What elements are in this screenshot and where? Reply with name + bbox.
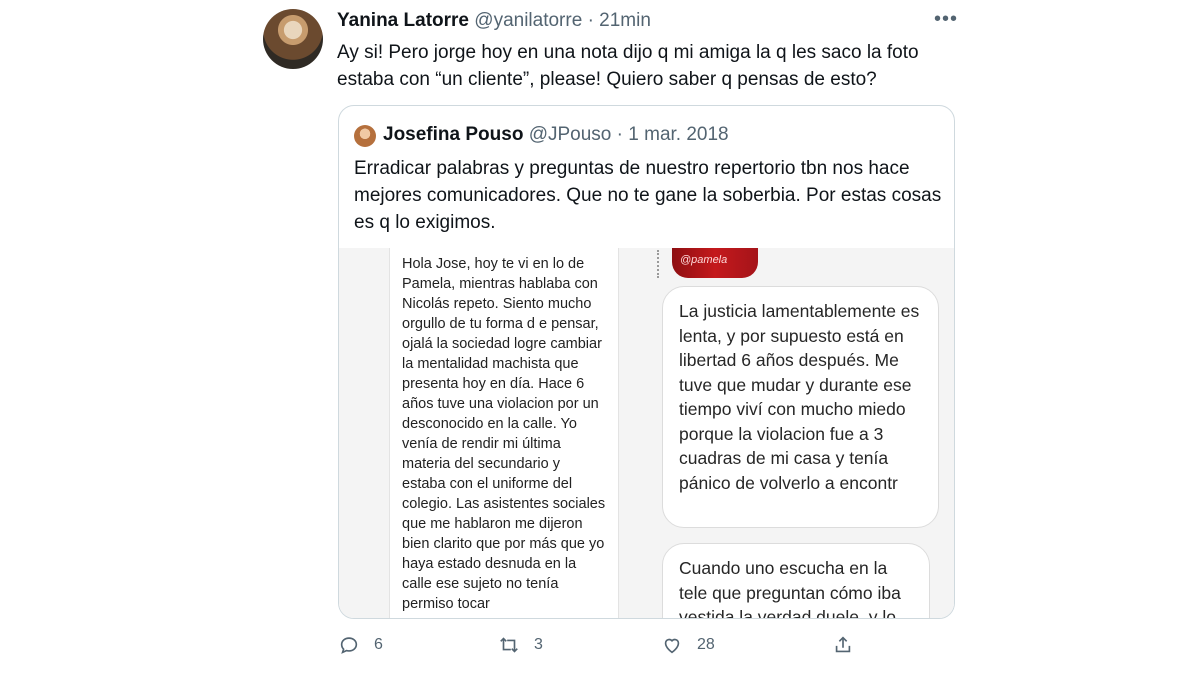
author-handle[interactable]: @yanilatorre (474, 10, 582, 31)
quoted-media[interactable]: Hola Jose, hoy te vi en lo de Pamela, mi… (339, 248, 954, 618)
reply-button[interactable]: 6 (338, 634, 383, 656)
quoted-author-name[interactable]: Josefina Pouso (383, 124, 523, 145)
message-bubble: La justicia lamentablemente es lenta, y … (662, 286, 939, 528)
more-icon[interactable]: ••• (934, 8, 958, 31)
reply-icon (340, 637, 358, 654)
message-text: Hola Jose, hoy te vi en lo de Pamela, mi… (402, 256, 606, 612)
sticker-text: @pamela (680, 254, 728, 266)
share-icon (835, 636, 851, 653)
quoted-tweet[interactable]: Josefina Pouso @JPouso · 1 mar. 2018 Err… (338, 105, 955, 619)
timestamp[interactable]: 21min (599, 10, 651, 31)
tweet[interactable]: Yanina Latorre @yanilatorre · 21min ••• … (260, 0, 980, 673)
share-button[interactable] (832, 634, 854, 656)
message-screenshot-right: @pamela La justicia lamentablemente es l… (657, 248, 954, 618)
quoted-avatar[interactable] (354, 125, 376, 147)
story-sticker: @pamela (672, 248, 758, 278)
quoted-text: Erradicar palabras y preguntas de nuestr… (354, 158, 942, 233)
separator: · (587, 10, 594, 31)
tweet-text: Ay si! Pero jorge hoy en una nota dijo q… (337, 42, 919, 90)
retweet-icon (500, 637, 518, 653)
avatar[interactable] (263, 9, 323, 69)
quoted-header: Josefina Pouso @JPouso · 1 mar. 2018 (383, 124, 729, 146)
quoted-handle[interactable]: @JPouso (529, 124, 612, 145)
like-button[interactable]: 28 (661, 634, 715, 656)
message-screenshot-left: Hola Jose, hoy te vi en lo de Pamela, mi… (389, 248, 619, 618)
message-bubble: Cuando uno escucha en la tele que pregun… (662, 543, 930, 618)
like-count: 28 (697, 636, 715, 653)
tweet-actions: 6 3 28 (338, 634, 948, 664)
dotted-divider (657, 250, 661, 278)
quoted-date[interactable]: 1 mar. 2018 (628, 124, 728, 145)
reply-count: 6 (374, 636, 383, 653)
author-name[interactable]: Yanina Latorre (337, 10, 469, 31)
retweet-button[interactable]: 3 (498, 634, 543, 656)
like-icon (664, 638, 680, 654)
tweet-header: Yanina Latorre @yanilatorre · 21min (337, 10, 651, 32)
retweet-count: 3 (534, 636, 543, 653)
quoted-separator: · (616, 124, 623, 145)
